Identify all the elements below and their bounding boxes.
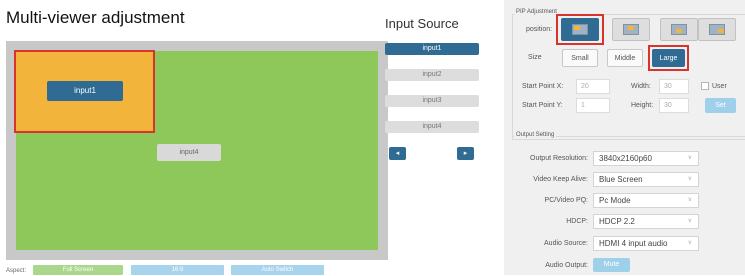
start-x-label: Start Point X: <box>522 83 564 90</box>
audio-output-label: Audio Output: <box>545 262 588 269</box>
previous-page-button[interactable]: ◂ <box>389 147 406 160</box>
set-button[interactable]: Set <box>705 98 736 113</box>
hdcp-label: HDCP: <box>566 218 588 225</box>
pip-legend: PIP Adjustment <box>514 9 559 15</box>
position-bottom-center-button[interactable] <box>660 18 698 41</box>
output-resolution-label: Output Resolution: <box>530 155 588 162</box>
size-label: Size <box>528 54 542 61</box>
chevron-down-icon: ∨ <box>687 176 692 182</box>
position-label: position: <box>526 26 553 33</box>
width-label: Width: <box>631 83 651 90</box>
height-label: Height: <box>631 102 654 109</box>
output-legend: Output Setting <box>514 132 557 138</box>
size-selection-highlight <box>648 45 689 71</box>
chevron-down-icon: ∨ <box>687 155 692 161</box>
user-checkbox[interactable] <box>701 82 709 90</box>
layout-bottom-right-icon <box>709 24 725 35</box>
position-top-center-button[interactable] <box>612 18 650 41</box>
aspect-label: Aspect: <box>6 268 27 274</box>
start-y-label: Start Point Y: <box>522 102 563 109</box>
audio-source-label: Audio Source: <box>544 240 588 247</box>
hdcp-value: HDCP 2.2 <box>599 217 635 226</box>
video-keep-alive-value: Blue Screen <box>599 175 643 184</box>
audio-source-select[interactable]: HDMI 4 input audio ∨ <box>593 236 699 251</box>
height-field[interactable]: 30 <box>659 98 689 113</box>
source-input2-button[interactable]: input2 <box>385 69 479 81</box>
chevron-down-icon: ∨ <box>687 218 692 224</box>
hdcp-select[interactable]: HDCP 2.2 ∨ <box>593 214 699 229</box>
layout-bottom-center-icon <box>671 24 687 35</box>
source-input3-button[interactable]: input3 <box>385 95 479 107</box>
chevron-down-icon: ∨ <box>687 240 692 246</box>
input-source-title: Input Source <box>385 16 459 31</box>
size-small-button[interactable]: Small <box>562 49 598 67</box>
page-title: Multi-viewer adjustment <box>6 8 185 27</box>
output-resolution-value: 3840x2160p60 <box>599 154 652 163</box>
user-label: User <box>712 83 727 90</box>
width-field[interactable]: 30 <box>659 79 689 94</box>
output-resolution-select[interactable]: 3840x2160p60 ∨ <box>593 151 699 166</box>
pc-video-pq-value: Pc Mode <box>599 196 631 205</box>
start-y-field[interactable]: 1 <box>576 98 610 113</box>
window-label-input1[interactable]: input1 <box>47 81 123 101</box>
size-middle-button[interactable]: Middle <box>607 49 643 67</box>
aspect-16-9-button[interactable]: 16:9 <box>131 265 224 275</box>
source-input1-button[interactable]: input1 <box>385 43 479 55</box>
layout-top-center-icon <box>623 24 639 35</box>
pc-video-pq-label: PC/Video PQ: <box>544 197 588 204</box>
aspect-auto-switch-button[interactable]: Auto Switch <box>231 265 324 275</box>
video-keep-alive-label: Video Keep Alive: <box>533 176 588 183</box>
mute-button[interactable]: Mute <box>593 258 630 272</box>
chevron-down-icon: ∨ <box>687 197 692 203</box>
aspect-full-screen-button[interactable]: Full Screen <box>33 265 123 275</box>
window-label-input4[interactable]: input4 <box>157 144 221 161</box>
pc-video-pq-select[interactable]: Pc Mode ∨ <box>593 193 699 208</box>
audio-source-value: HDMI 4 input audio <box>599 239 668 248</box>
source-input4-button[interactable]: input4 <box>385 121 479 133</box>
next-page-button[interactable]: ▸ <box>457 147 474 160</box>
video-keep-alive-select[interactable]: Blue Screen ∨ <box>593 172 699 187</box>
start-x-field[interactable]: 20 <box>576 79 610 94</box>
position-selection-highlight <box>556 14 604 45</box>
position-bottom-right-button[interactable] <box>698 18 736 41</box>
